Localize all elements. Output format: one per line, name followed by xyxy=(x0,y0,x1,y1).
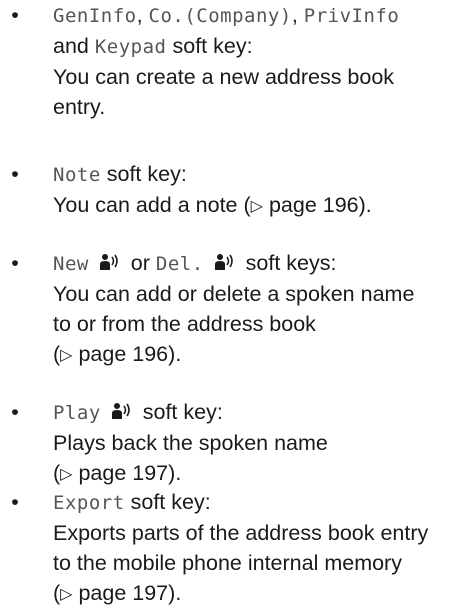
item-desc: You can add a note (▷ page 196). xyxy=(53,193,372,217)
voice-name-icon xyxy=(97,251,123,273)
item-desc: You can create a new address book xyxy=(53,65,395,89)
softkey-export: Export xyxy=(53,492,125,514)
item-heading: Export soft key: xyxy=(53,490,211,514)
item-desc: Exports parts of the address book entry xyxy=(53,521,429,545)
list-item-note: • Note soft key: You can add a note (▷ p… xyxy=(0,159,372,222)
item-desc: Plays back the spoken name xyxy=(53,431,328,455)
softkey-geninfo: GenInfo xyxy=(53,5,137,27)
page-ref-arrow-icon: ▷ xyxy=(60,466,73,483)
bullet: • xyxy=(11,490,19,514)
softkey-keypad: Keypad xyxy=(94,36,167,58)
page-reference: page 196 xyxy=(78,342,169,366)
softkey-company: Co.(Company) xyxy=(148,5,292,27)
item-heading: Play soft key: xyxy=(53,400,223,424)
list-item-geninfo: • GenInfo, Co.(Company), PrivInfo and Ke… xyxy=(0,0,399,122)
bullet: • xyxy=(11,400,19,424)
item-desc: (▷ page 196). xyxy=(53,342,182,366)
page-reference: page 197 xyxy=(78,461,169,485)
softkey-privinfo: PrivInfo xyxy=(303,5,400,27)
item-desc: to the mobile phone internal memory xyxy=(53,551,402,575)
list-item-new-del: • New or Del. soft keys: You can add or … xyxy=(0,248,414,371)
page-ref-arrow-icon: ▷ xyxy=(250,198,263,215)
list-item-play: • Play soft key: Plays back the spoken n… xyxy=(0,397,328,490)
item-heading: Note soft key: xyxy=(53,162,187,186)
softkey-new: New xyxy=(53,253,89,275)
item-heading: GenInfo, Co.(Company), PrivInfo xyxy=(53,3,400,27)
bullet: • xyxy=(11,251,19,275)
item-desc: entry. xyxy=(53,95,106,119)
page-ref-arrow-icon: ▷ xyxy=(60,347,73,364)
item-desc: (▷ page 197). xyxy=(53,461,182,485)
softkey-del: Del. xyxy=(155,253,204,275)
voice-name-icon xyxy=(109,400,135,422)
softkey-note: Note xyxy=(53,164,101,186)
page-reference: page 197 xyxy=(78,581,169,605)
item-heading: New or Del. soft keys: xyxy=(53,251,337,275)
voice-name-icon xyxy=(212,251,238,273)
item-desc: You can add or delete a spoken name xyxy=(53,282,415,306)
page-reference: page 196 xyxy=(268,193,359,217)
item-heading-cont: and Keypad soft key: xyxy=(53,34,253,58)
bullet: • xyxy=(11,162,19,186)
softkey-play: Play xyxy=(53,402,101,424)
item-desc: to or from the address book xyxy=(53,312,316,336)
item-desc: (▷ page 197). xyxy=(53,581,182,605)
list-item-export: • Export soft key: Exports parts of the … xyxy=(0,487,428,610)
page-ref-arrow-icon: ▷ xyxy=(60,586,73,603)
bullet: • xyxy=(11,3,19,27)
